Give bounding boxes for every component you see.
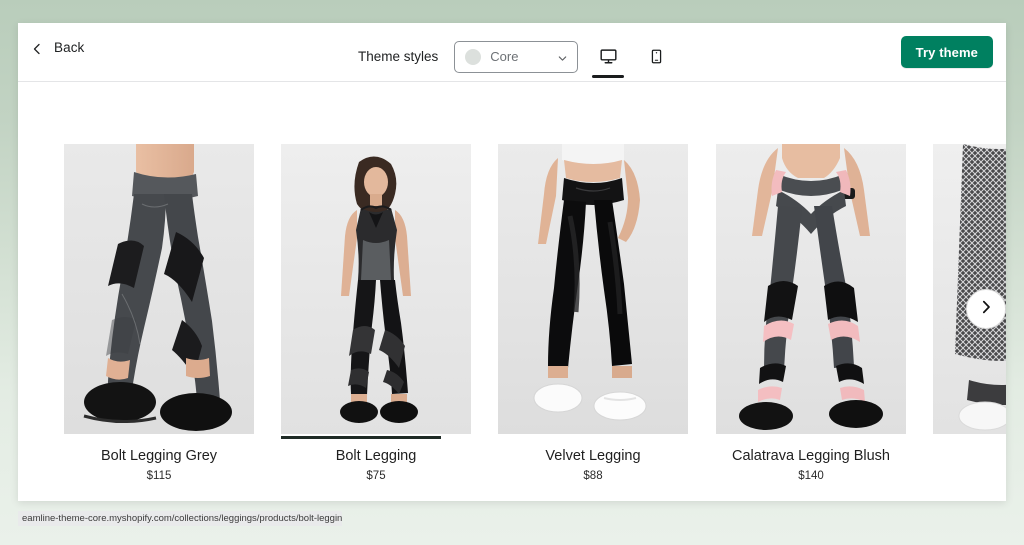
style-swatch-icon (465, 48, 482, 65)
product-price: $115 (146, 470, 172, 482)
product-title: Calatrava Legging Blush (732, 448, 890, 464)
product-image-calatrava-legging-blush[interactable] (716, 144, 906, 434)
chevron-right-icon (978, 299, 994, 320)
product-card[interactable]: Velvet Legging $88 (498, 144, 688, 482)
desktop-icon (600, 49, 617, 64)
theme-preview-card: Back Theme styles Core Try theme Bolt Le… (18, 23, 1006, 501)
device-toggle-mobile[interactable] (638, 35, 674, 78)
product-image-taron[interactable] (933, 144, 1006, 434)
browser-page: Back Theme styles Core Try theme Bolt Le… (0, 0, 1024, 545)
product-image-velvet-legging[interactable] (498, 144, 688, 434)
back-button-label: Back (54, 40, 85, 55)
mobile-icon (651, 49, 661, 64)
product-title: Taron (933, 447, 1006, 465)
theme-style-select[interactable]: Core (454, 40, 579, 73)
toolbar-center-group: Theme styles Core (358, 35, 674, 78)
product-card[interactable]: Bolt Legging Grey $115 (64, 144, 254, 482)
product-price: $88 (583, 470, 603, 482)
product-price: $75 (366, 470, 386, 482)
product-title: Bolt Legging Grey (100, 448, 218, 464)
product-card[interactable]: Calatrava Legging Blush $140 (716, 144, 906, 482)
product-card[interactable]: Bolt Legging $75 (281, 144, 471, 482)
storefront-viewport: Bolt Legging Grey $115 Bolt Legging $75 … (18, 82, 1006, 500)
theme-style-selected-value: Core (490, 49, 519, 64)
status-bar-url: eamline-theme-core.myshopify.com/collect… (18, 511, 342, 526)
carousel-progress-indicator (281, 436, 441, 439)
product-image-bolt-legging-grey[interactable] (64, 144, 254, 434)
product-image-bolt-legging[interactable] (281, 144, 471, 434)
theme-styles-label: Theme styles (358, 48, 439, 64)
product-title: Velvet Legging (545, 448, 641, 464)
product-title: Bolt Legging (335, 448, 417, 464)
device-toggle-desktop[interactable] (590, 35, 626, 78)
carousel-next-button[interactable] (966, 289, 1006, 329)
device-active-indicator (592, 75, 625, 78)
chevron-down-icon (557, 51, 568, 62)
preview-toolbar: Back Theme styles Core Try theme (18, 23, 1006, 82)
back-button[interactable]: Back (31, 40, 84, 55)
chevron-left-icon (31, 42, 43, 54)
product-price: $140 (798, 470, 824, 482)
product-carousel[interactable]: Bolt Legging Grey $115 Bolt Legging $75 … (18, 82, 1006, 482)
try-theme-button[interactable]: Try theme (900, 36, 993, 68)
